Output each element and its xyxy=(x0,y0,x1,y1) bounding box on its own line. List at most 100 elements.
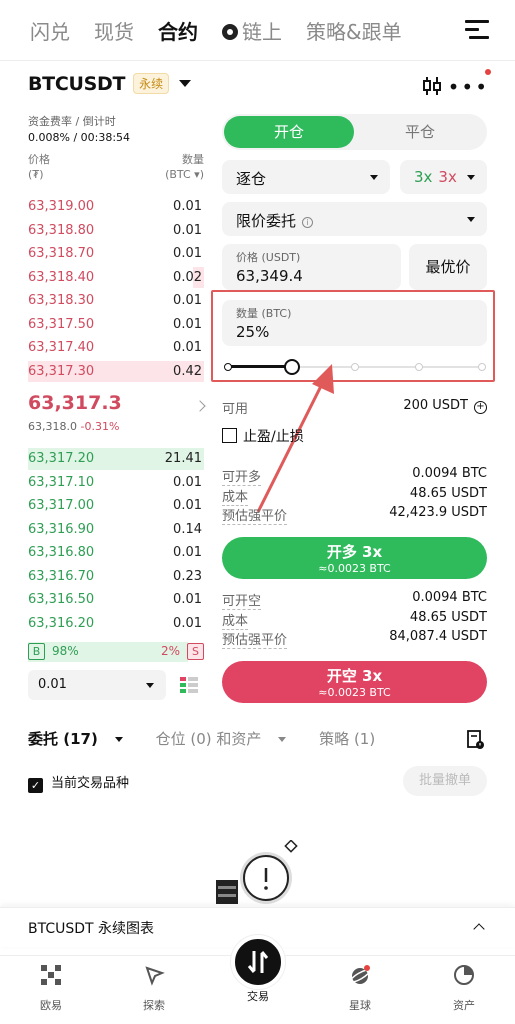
tab-strategy[interactable]: 策略 (1) xyxy=(319,730,375,748)
margin-mode-select[interactable]: 逐仓 xyxy=(222,160,390,194)
row-price: 63,317.20 xyxy=(28,451,95,467)
bid-row[interactable]: 63,317.10 0.01 xyxy=(28,471,204,495)
explore-icon xyxy=(145,966,165,986)
leverage-select[interactable]: 3x 3x xyxy=(400,160,487,194)
row-price: 63,318.80 xyxy=(28,222,95,238)
stat-label: 可开空 xyxy=(222,594,262,610)
perpetual-badge: 永续 xyxy=(133,73,170,94)
row-price: 63,316.80 xyxy=(28,545,95,561)
row-price: 63,316.90 xyxy=(28,521,95,537)
row-qty: 0.01 xyxy=(173,340,202,356)
chevron-up-icon[interactable] xyxy=(473,923,485,935)
qty-unit-selector[interactable]: (BTC ▾) xyxy=(165,167,204,182)
row-price: 63,317.30 xyxy=(28,363,95,379)
order-history-icon[interactable] xyxy=(467,730,485,750)
orderbook-header: 价格 (₮) 数量 (BTC ▾) xyxy=(28,153,204,182)
ask-row[interactable]: 63,317.30 0.42 xyxy=(28,360,204,384)
row-price: 63,317.50 xyxy=(28,316,95,332)
stat-row: 预估强平价 84,087.4 USDT xyxy=(222,629,487,649)
buy-sell-ratio: B 98% 2% S xyxy=(28,642,204,662)
bottom-nav-trade[interactable]: 交易 xyxy=(228,988,288,1004)
bottom-nav-assets[interactable]: 资产 xyxy=(434,964,494,1013)
bottom-nav-explore[interactable]: 探索 xyxy=(124,964,184,1013)
bid-row[interactable]: 63,316.90 0.14 xyxy=(28,518,204,542)
nav-strategy-copy[interactable]: 策略&跟单 xyxy=(306,16,402,45)
asks-list: 63,319.00 0.01 63,318.80 0.01 63,318.70 0.01 6… xyxy=(28,195,204,383)
open-long-button[interactable]: 开多 3x ≈0.0023 BTC xyxy=(222,537,487,579)
orderbook-layout-icon[interactable] xyxy=(178,674,200,696)
stat-row: 预估强平价 42,423.9 USDT xyxy=(222,505,487,525)
ask-row[interactable]: 63,317.40 0.01 xyxy=(28,336,204,360)
ask-row[interactable]: 63,318.80 0.01 xyxy=(28,219,204,243)
precision-select[interactable]: 0.01 xyxy=(28,670,166,700)
bid-row[interactable]: 63,317.20 21.41 xyxy=(28,447,204,471)
nav-onchain[interactable]: 链上 xyxy=(222,16,282,45)
checkmark-icon[interactable]: ✓ xyxy=(28,778,43,793)
trade-fab-button[interactable] xyxy=(231,935,285,989)
batch-cancel-button[interactable]: 批量撤单 xyxy=(403,766,487,796)
checkbox[interactable] xyxy=(222,428,237,443)
menu-icon[interactable] xyxy=(465,20,489,40)
orders-tabs: 委托 (17) 仓位 (0) 和资产 策略 (1) xyxy=(28,728,488,752)
bottom-nav-okx[interactable]: 欧易 xyxy=(21,964,81,1013)
add-funds-icon[interactable]: + xyxy=(474,401,487,414)
chevron-down-icon xyxy=(467,217,475,222)
row-qty: 21.41 xyxy=(164,451,202,467)
ask-row[interactable]: 63,318.40 0.02 xyxy=(28,266,204,290)
chevron-right-icon[interactable] xyxy=(194,400,206,412)
ask-row[interactable]: 63,318.30 0.01 xyxy=(28,289,204,313)
stat-row: 可开空 0.0094 BTC xyxy=(222,590,487,610)
row-qty: 0.14 xyxy=(173,521,202,537)
tab-open[interactable]: 开仓 xyxy=(224,116,354,148)
row-qty: 0.01 xyxy=(173,222,202,238)
chevron-down-icon xyxy=(114,737,123,742)
bid-row[interactable]: 63,317.00 0.01 xyxy=(28,494,204,518)
okx-logo-icon xyxy=(41,965,61,985)
stat-row: 可开多 0.0094 BTC xyxy=(222,466,487,486)
bid-row[interactable]: 63,316.50 0.01 xyxy=(28,588,204,612)
tp-sl-checkbox[interactable]: 止盈/止损 xyxy=(222,426,304,446)
open-short-button[interactable]: 开空 3x ≈0.0023 BTC xyxy=(222,661,487,703)
bid-row[interactable]: 63,316.70 0.23 xyxy=(28,565,204,589)
row-price: 63,317.00 xyxy=(28,498,95,514)
symbol-name[interactable]: BTCUSDT xyxy=(28,73,125,95)
tab-orders[interactable]: 委托 (17) xyxy=(28,730,137,748)
bid-row[interactable]: 63,316.20 0.01 xyxy=(28,612,204,636)
short-stats: 可开空 0.0094 BTC 成本 48.65 USDT 预估强平价 84,087.4 U… xyxy=(222,590,487,649)
row-price: 63,316.20 xyxy=(28,615,95,631)
info-icon[interactable]: i xyxy=(302,217,314,228)
row-qty: 0.01 xyxy=(173,316,202,332)
stat-value: 0.0094 BTC xyxy=(412,466,487,481)
tab-positions[interactable]: 仓位 (0) 和资产 xyxy=(156,730,301,748)
row-qty: 0.23 xyxy=(173,568,202,584)
ask-row[interactable]: 63,317.50 0.01 xyxy=(28,313,204,337)
order-type-select[interactable]: 限价委托 i xyxy=(222,202,487,236)
long-stats: 可开多 0.0094 BTC 成本 48.65 USDT 预估强平价 42,423.9 U… xyxy=(222,466,487,525)
available-balance: 可用 200 USDT + xyxy=(222,398,487,417)
bid-row[interactable]: 63,316.80 0.01 xyxy=(28,541,204,565)
row-qty: 0.01 xyxy=(173,199,202,215)
bids-list: 63,317.20 21.41 63,317.10 0.01 63,317.00 0.01… xyxy=(28,447,204,635)
nav-convert[interactable]: 闪兑 xyxy=(30,16,70,45)
best-price-button[interactable]: 最优价 xyxy=(409,244,487,290)
symbol-dropdown-icon[interactable] xyxy=(179,80,192,87)
nav-spot[interactable]: 现货 xyxy=(94,16,134,45)
ask-row[interactable]: 63,319.00 0.01 xyxy=(28,195,204,219)
mark-price-change: 63,318.0 -0.31% xyxy=(28,420,120,433)
stat-label: 成本 xyxy=(222,613,249,630)
more-options-icon[interactable]: ••• xyxy=(448,77,489,97)
candlestick-chart-icon[interactable] xyxy=(421,75,443,97)
nav-futures[interactable]: 合约 xyxy=(158,16,198,45)
row-price: 63,317.10 xyxy=(28,474,95,490)
row-price: 63,318.70 xyxy=(28,246,95,262)
row-price: 63,318.30 xyxy=(28,293,95,309)
chevron-down-icon xyxy=(278,737,287,742)
chevron-down-icon xyxy=(467,175,475,180)
tab-close[interactable]: 平仓 xyxy=(355,116,485,148)
current-symbol-checkbox[interactable]: ✓ 当前交易品种 xyxy=(28,772,129,793)
chevron-down-icon xyxy=(370,175,378,180)
bottom-nav-planet[interactable]: 星球 xyxy=(330,964,390,1013)
row-price: 63,319.00 xyxy=(28,199,95,215)
price-input[interactable]: 价格 (USDT) 63,349.4 xyxy=(222,244,401,290)
ask-row[interactable]: 63,318.70 0.01 xyxy=(28,242,204,266)
